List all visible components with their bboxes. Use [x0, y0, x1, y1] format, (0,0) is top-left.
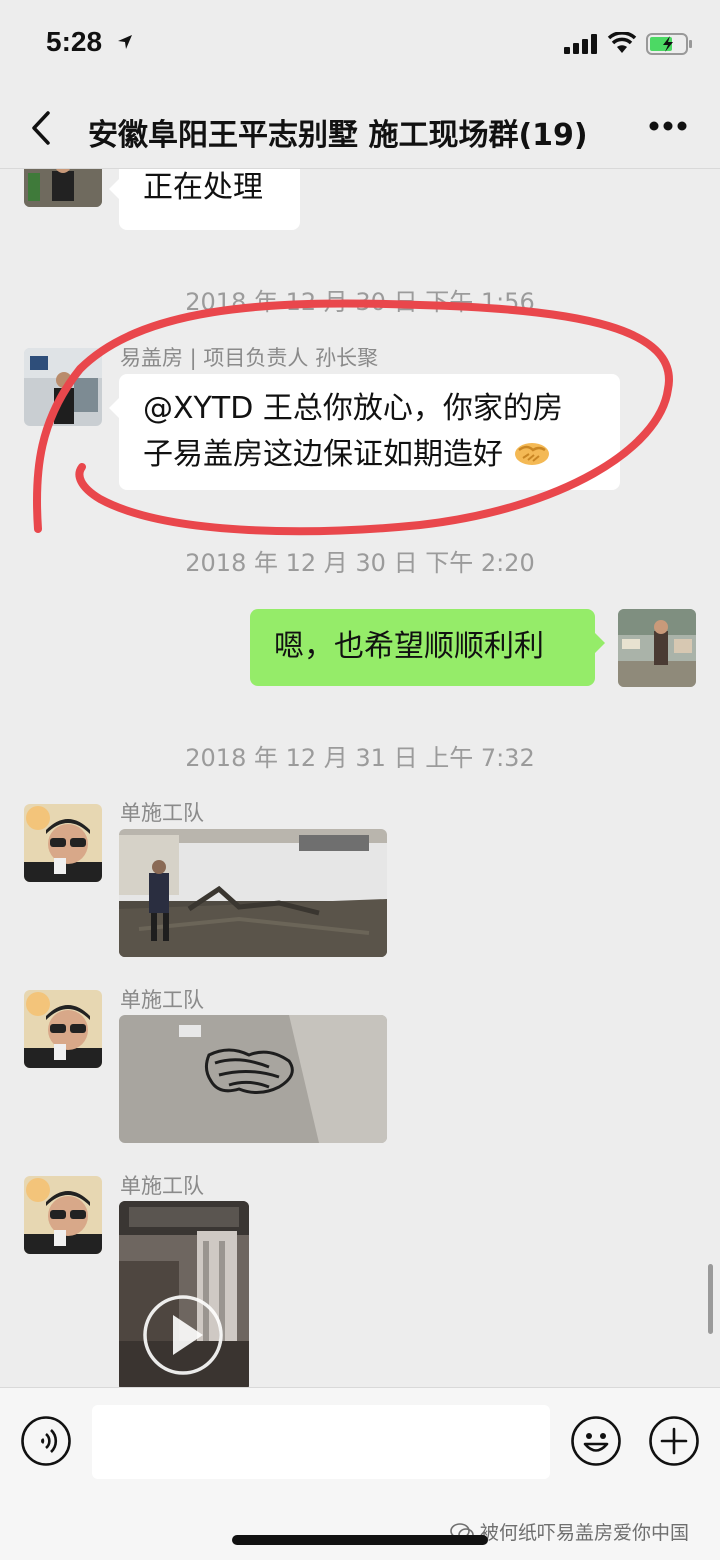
signal-icon	[564, 34, 597, 54]
play-icon[interactable]	[0, 169, 1, 170]
video-message[interactable]	[119, 1201, 249, 1387]
sender-name: 易盖房 | 项目负责人 孙长聚	[120, 346, 379, 370]
more-dots-icon[interactable]	[648, 120, 688, 132]
emoji-icon[interactable]	[570, 1415, 622, 1467]
chat-area[interactable]: 正在处理 2018 年 12 月 30 日 下午 1:56 易盖房 | 项目负责…	[0, 169, 720, 1387]
nav-bar: 安徽阜阳王平志别墅 施工现场群(19)	[0, 90, 720, 169]
avatar[interactable]	[24, 804, 102, 882]
image-message[interactable]	[119, 1015, 387, 1143]
sender-name: 单施工队	[120, 801, 204, 825]
message-text: 正在处理	[143, 170, 263, 205]
my-avatar[interactable]	[618, 609, 696, 687]
location-arrow-icon	[118, 35, 132, 49]
avatar[interactable]	[24, 169, 102, 207]
image-message[interactable]	[119, 829, 387, 957]
wifi-icon	[607, 32, 637, 53]
battery-icon	[646, 33, 692, 55]
sender-name: 单施工队	[120, 1174, 204, 1198]
timestamp: 2018 年 12 月 31 日 上午 7:32	[185, 744, 535, 772]
avatar[interactable]	[24, 1176, 102, 1254]
message-text-line: 子易盖房这边保证如期造好	[143, 437, 503, 472]
chevron-left-icon[interactable]	[28, 110, 54, 146]
timestamp: 2018 年 12 月 30 日 下午 2:20	[185, 549, 535, 577]
watermark-text: 被何纸吓易盖房爱你中国	[480, 1522, 690, 1544]
voice-icon[interactable]	[20, 1415, 72, 1467]
plus-icon[interactable]	[648, 1415, 700, 1467]
avatar[interactable]	[24, 348, 102, 426]
input-bar: 被何纸吓易盖房爱你中国	[0, 1387, 720, 1560]
status-time: 5:28	[46, 26, 103, 57]
status-bar: 5:28	[0, 0, 720, 90]
message-bubble[interactable]: 正在处理	[109, 169, 300, 230]
home-indicator[interactable]	[232, 1535, 488, 1545]
handshake-icon	[514, 443, 549, 465]
timestamp: 2018 年 12 月 30 日 下午 1:56	[185, 288, 535, 316]
message-text-line: @XYTD 王总你放心，你家的房	[143, 391, 563, 426]
message-bubble[interactable]: @XYTD 王总你放心，你家的房 子易盖房这边保证如期造好	[109, 374, 620, 490]
message-input[interactable]	[92, 1405, 550, 1479]
message-text: 嗯，也希望顺顺利利	[274, 629, 544, 664]
avatar[interactable]	[24, 990, 102, 1068]
sender-name: 单施工队	[120, 988, 204, 1012]
message-bubble-outgoing[interactable]: 嗯，也希望顺顺利利	[250, 609, 605, 686]
scrollbar[interactable]	[708, 1264, 713, 1334]
chat-title: 安徽阜阳王平志别墅 施工现场群(19)	[88, 118, 588, 153]
